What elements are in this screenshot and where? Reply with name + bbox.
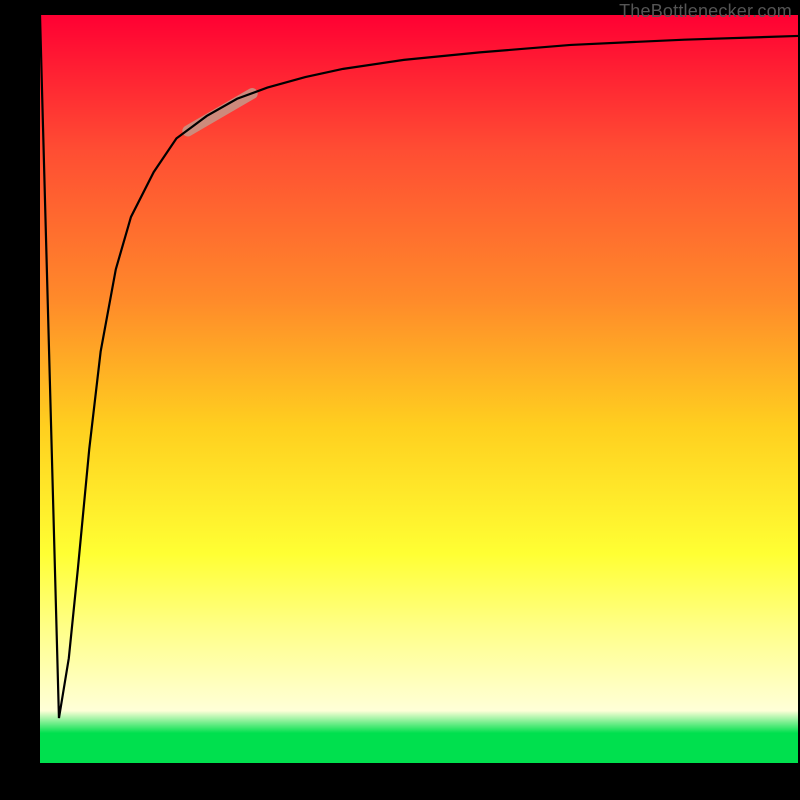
curve-highlight-segment: [188, 94, 252, 131]
bottleneck-curve: [40, 15, 798, 718]
plot-area: TheBottlenecker.com: [40, 15, 798, 763]
curve-svg: [40, 15, 798, 763]
page-root: TheBottlenecker.com: [0, 0, 800, 800]
